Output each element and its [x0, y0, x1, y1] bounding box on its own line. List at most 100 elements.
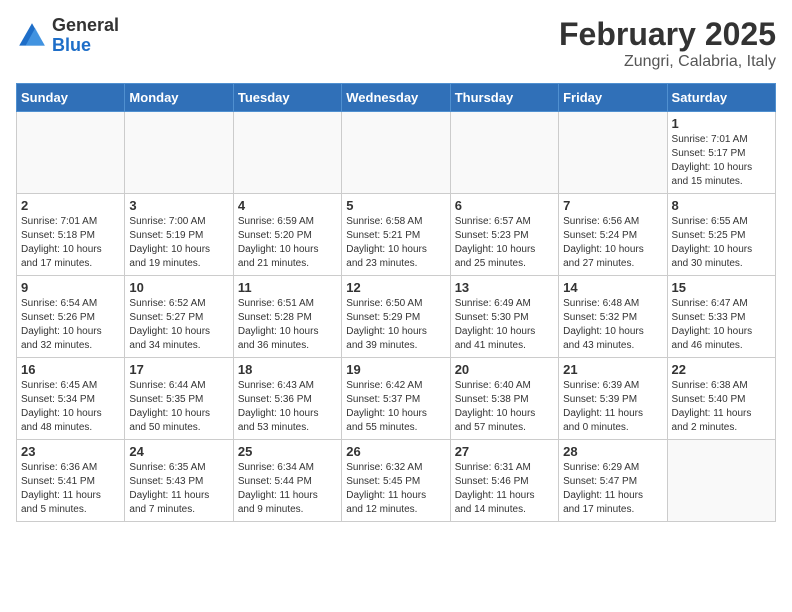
- weekday-header-tuesday: Tuesday: [233, 84, 341, 112]
- day-info: Sunrise: 6:59 AM Sunset: 5:20 PM Dayligh…: [238, 215, 337, 271]
- calendar-cell: 16 Sunrise: 6:45 AM Sunset: 5:34 PM Dayli…: [17, 358, 125, 440]
- calendar-cell: [559, 112, 667, 194]
- day-number: 15: [672, 280, 771, 295]
- calendar-week-1: 2Sunrise: 7:01 AM Sunset: 5:18 PM Daylig…: [17, 194, 776, 276]
- day-number: 25: [238, 444, 337, 459]
- calendar-cell: 8 Sunrise: 6:55 AM Sunset: 5:25 PM Daylig…: [667, 194, 775, 276]
- day-number: 28: [563, 444, 662, 459]
- day-info: Sunrise: 7:00 AM Sunset: 5:19 PM Dayligh…: [129, 215, 228, 271]
- day-info: Sunrise: 6:55 AM Sunset: 5:25 PM Dayligh…: [672, 215, 771, 271]
- calendar-cell: 12 Sunrise: 6:50 AM Sunset: 5:29 PM Dayli…: [342, 276, 450, 358]
- calendar-cell: 6 Sunrise: 6:57 AM Sunset: 5:23 PM Daylig…: [450, 194, 558, 276]
- day-info: Sunrise: 6:44 AM Sunset: 5:35 PM Dayligh…: [129, 379, 228, 435]
- day-info: Sunrise: 6:34 AM Sunset: 5:44 PM Dayligh…: [238, 461, 337, 517]
- day-info: Sunrise: 6:57 AM Sunset: 5:23 PM Dayligh…: [455, 215, 554, 271]
- day-number: 21: [563, 362, 662, 377]
- day-info: Sunrise: 6:54 AM Sunset: 5:26 PM Dayligh…: [21, 297, 120, 353]
- day-number: 14: [563, 280, 662, 295]
- calendar-cell: 28 Sunrise: 6:29 AM Sunset: 5:47 PM Dayli…: [559, 440, 667, 522]
- calendar-cell: 19 Sunrise: 6:42 AM Sunset: 5:37 PM Dayli…: [342, 358, 450, 440]
- day-number: 11: [238, 280, 337, 295]
- day-number: 23: [21, 444, 120, 459]
- calendar-cell: 27 Sunrise: 6:31 AM Sunset: 5:46 PM Dayli…: [450, 440, 558, 522]
- day-info: Sunrise: 6:56 AM Sunset: 5:24 PM Dayligh…: [563, 215, 662, 271]
- calendar-cell: [342, 112, 450, 194]
- day-info: Sunrise: 6:40 AM Sunset: 5:38 PM Dayligh…: [455, 379, 554, 435]
- calendar-cell: 18 Sunrise: 6:43 AM Sunset: 5:36 PM Dayli…: [233, 358, 341, 440]
- calendar-cell: [17, 112, 125, 194]
- day-info: Sunrise: 6:47 AM Sunset: 5:33 PM Dayligh…: [672, 297, 771, 353]
- calendar-header-row: SundayMondayTuesdayWednesdayThursdayFrid…: [17, 84, 776, 112]
- day-info: Sunrise: 6:42 AM Sunset: 5:37 PM Dayligh…: [346, 379, 445, 435]
- calendar-cell: [233, 112, 341, 194]
- weekday-header-wednesday: Wednesday: [342, 84, 450, 112]
- day-info: Sunrise: 6:39 AM Sunset: 5:39 PM Dayligh…: [563, 379, 662, 435]
- day-number: 22: [672, 362, 771, 377]
- calendar-cell: 9 Sunrise: 6:54 AM Sunset: 5:26 PM Daylig…: [17, 276, 125, 358]
- logo: General Blue: [16, 16, 119, 56]
- calendar-cell: 24Sunrise: 6:35 AM Sunset: 5:43 PM Dayli…: [125, 440, 233, 522]
- day-info: Sunrise: 6:35 AM Sunset: 5:43 PM Dayligh…: [129, 461, 228, 517]
- day-number: 26: [346, 444, 445, 459]
- calendar-table: SundayMondayTuesdayWednesdayThursdayFrid…: [16, 83, 776, 522]
- day-number: 27: [455, 444, 554, 459]
- day-number: 18: [238, 362, 337, 377]
- day-number: 10: [129, 280, 228, 295]
- day-number: 1: [672, 116, 771, 131]
- day-number: 8: [672, 198, 771, 213]
- calendar-cell: 23 Sunrise: 6:36 AM Sunset: 5:41 PM Dayli…: [17, 440, 125, 522]
- location: Zungri, Calabria, Italy: [559, 53, 776, 71]
- calendar-cell: 2Sunrise: 7:01 AM Sunset: 5:18 PM Daylig…: [17, 194, 125, 276]
- calendar-week-0: 1 Sunrise: 7:01 AM Sunset: 5:17 PM Daylig…: [17, 112, 776, 194]
- day-number: 19: [346, 362, 445, 377]
- logo-blue-text: Blue: [52, 36, 119, 56]
- weekday-header-thursday: Thursday: [450, 84, 558, 112]
- day-number: 9: [21, 280, 120, 295]
- day-info: Sunrise: 6:31 AM Sunset: 5:46 PM Dayligh…: [455, 461, 554, 517]
- month-year: February 2025: [559, 16, 776, 53]
- day-info: Sunrise: 7:01 AM Sunset: 5:18 PM Dayligh…: [21, 215, 120, 271]
- calendar-cell: [667, 440, 775, 522]
- day-number: 3: [129, 198, 228, 213]
- calendar-cell: 10 Sunrise: 6:52 AM Sunset: 5:27 PM Dayli…: [125, 276, 233, 358]
- weekday-header-saturday: Saturday: [667, 84, 775, 112]
- calendar-week-4: 23 Sunrise: 6:36 AM Sunset: 5:41 PM Dayli…: [17, 440, 776, 522]
- day-info: Sunrise: 6:38 AM Sunset: 5:40 PM Dayligh…: [672, 379, 771, 435]
- day-info: Sunrise: 6:45 AM Sunset: 5:34 PM Dayligh…: [21, 379, 120, 435]
- day-number: 16: [21, 362, 120, 377]
- day-info: Sunrise: 6:43 AM Sunset: 5:36 PM Dayligh…: [238, 379, 337, 435]
- weekday-header-friday: Friday: [559, 84, 667, 112]
- calendar-cell: 4 Sunrise: 6:59 AM Sunset: 5:20 PM Daylig…: [233, 194, 341, 276]
- day-number: 4: [238, 198, 337, 213]
- weekday-header-sunday: Sunday: [17, 84, 125, 112]
- calendar-cell: 17 Sunrise: 6:44 AM Sunset: 5:35 PM Dayli…: [125, 358, 233, 440]
- day-number: 5: [346, 198, 445, 213]
- logo-general-text: General: [52, 16, 119, 36]
- calendar-cell: 13 Sunrise: 6:49 AM Sunset: 5:30 PM Dayli…: [450, 276, 558, 358]
- day-info: Sunrise: 6:50 AM Sunset: 5:29 PM Dayligh…: [346, 297, 445, 353]
- calendar-cell: 7Sunrise: 6:56 AM Sunset: 5:24 PM Daylig…: [559, 194, 667, 276]
- day-number: 13: [455, 280, 554, 295]
- calendar-cell: 22 Sunrise: 6:38 AM Sunset: 5:40 PM Dayli…: [667, 358, 775, 440]
- day-info: Sunrise: 6:48 AM Sunset: 5:32 PM Dayligh…: [563, 297, 662, 353]
- day-number: 20: [455, 362, 554, 377]
- page-header: General Blue February 2025 Zungri, Calab…: [16, 16, 776, 71]
- day-info: Sunrise: 6:32 AM Sunset: 5:45 PM Dayligh…: [346, 461, 445, 517]
- calendar-week-2: 9 Sunrise: 6:54 AM Sunset: 5:26 PM Daylig…: [17, 276, 776, 358]
- day-info: Sunrise: 7:01 AM Sunset: 5:17 PM Dayligh…: [672, 133, 771, 189]
- calendar-cell: 11Sunrise: 6:51 AM Sunset: 5:28 PM Dayli…: [233, 276, 341, 358]
- weekday-header-monday: Monday: [125, 84, 233, 112]
- day-info: Sunrise: 6:29 AM Sunset: 5:47 PM Dayligh…: [563, 461, 662, 517]
- day-info: Sunrise: 6:52 AM Sunset: 5:27 PM Dayligh…: [129, 297, 228, 353]
- day-number: 12: [346, 280, 445, 295]
- calendar-cell: 14 Sunrise: 6:48 AM Sunset: 5:32 PM Dayli…: [559, 276, 667, 358]
- title-block: February 2025 Zungri, Calabria, Italy: [559, 16, 776, 71]
- day-number: 6: [455, 198, 554, 213]
- day-info: Sunrise: 6:58 AM Sunset: 5:21 PM Dayligh…: [346, 215, 445, 271]
- calendar-cell: 1 Sunrise: 7:01 AM Sunset: 5:17 PM Daylig…: [667, 112, 775, 194]
- day-number: 17: [129, 362, 228, 377]
- calendar-cell: [450, 112, 558, 194]
- day-info: Sunrise: 6:36 AM Sunset: 5:41 PM Dayligh…: [21, 461, 120, 517]
- calendar-cell: 3 Sunrise: 7:00 AM Sunset: 5:19 PM Daylig…: [125, 194, 233, 276]
- day-info: Sunrise: 6:49 AM Sunset: 5:30 PM Dayligh…: [455, 297, 554, 353]
